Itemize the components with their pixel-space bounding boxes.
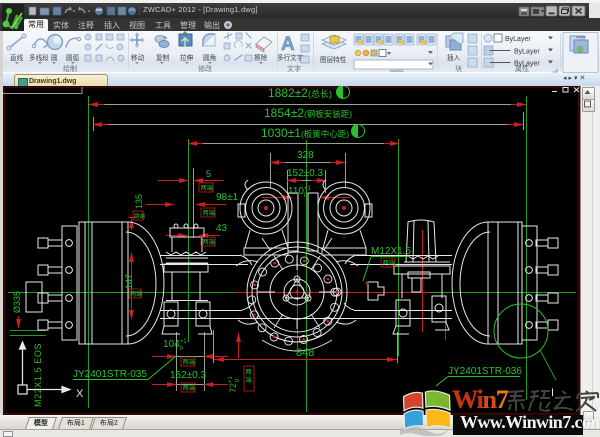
svg-text:两端: 两端 — [183, 358, 195, 366]
svg-text:ByLayer: ByLayer — [514, 61, 540, 68]
svg-text:152±0.3: 152±0.3 — [170, 370, 207, 381]
svg-text:ByLayer: ByLayer — [505, 36, 531, 43]
svg-text:Ø335: Ø335 — [12, 291, 22, 313]
svg-text:两端: 两端 — [134, 212, 146, 220]
svg-text:5: 5 — [206, 169, 211, 179]
svg-text:M12X1.5: M12X1.5 — [371, 246, 411, 257]
svg-text:JY2401STR-035: JY2401STR-035 — [73, 369, 147, 380]
svg-text:328: 328 — [297, 150, 314, 161]
svg-text:43: 43 — [216, 223, 228, 234]
svg-text:98±1: 98±1 — [216, 192, 239, 203]
svg-text:两端: 两端 — [201, 184, 213, 192]
svg-text:147: 147 — [124, 274, 134, 289]
svg-text:JY2401STR-036: JY2401STR-036 — [448, 366, 522, 377]
svg-text:1030±1(板簧中心距): 1030±1(板簧中心距) — [261, 126, 349, 140]
svg-text:两端: 两端 — [203, 209, 215, 217]
svg-text:端: 端 — [246, 376, 252, 384]
svg-text:X: X — [76, 388, 84, 400]
svg-text:72+10: 72+10 — [228, 375, 241, 393]
svg-text:两端: 两端 — [130, 290, 142, 298]
svg-text:848: 848 — [296, 347, 314, 359]
svg-text:104+10: 104+1 0 — [163, 339, 187, 352]
svg-text:两端: 两端 — [183, 384, 195, 392]
svg-text:1882±2(总长): 1882±2(总长) — [268, 86, 332, 100]
svg-text:ByLayer: ByLayer — [514, 49, 540, 56]
svg-text:1854±2(钢板安装距): 1854±2(钢板安装距) — [264, 106, 352, 120]
svg-text:152±0.3: 152±0.3 — [287, 168, 324, 179]
svg-text:135: 135 — [134, 194, 144, 209]
svg-text:M22X1.5 EOS: M22X1.5 EOS — [33, 343, 43, 407]
svg-text:两端: 两端 — [383, 259, 395, 267]
svg-text:两: 两 — [246, 369, 252, 376]
svg-text:A: A — [281, 34, 295, 55]
svg-text:两端: 两端 — [203, 238, 215, 246]
